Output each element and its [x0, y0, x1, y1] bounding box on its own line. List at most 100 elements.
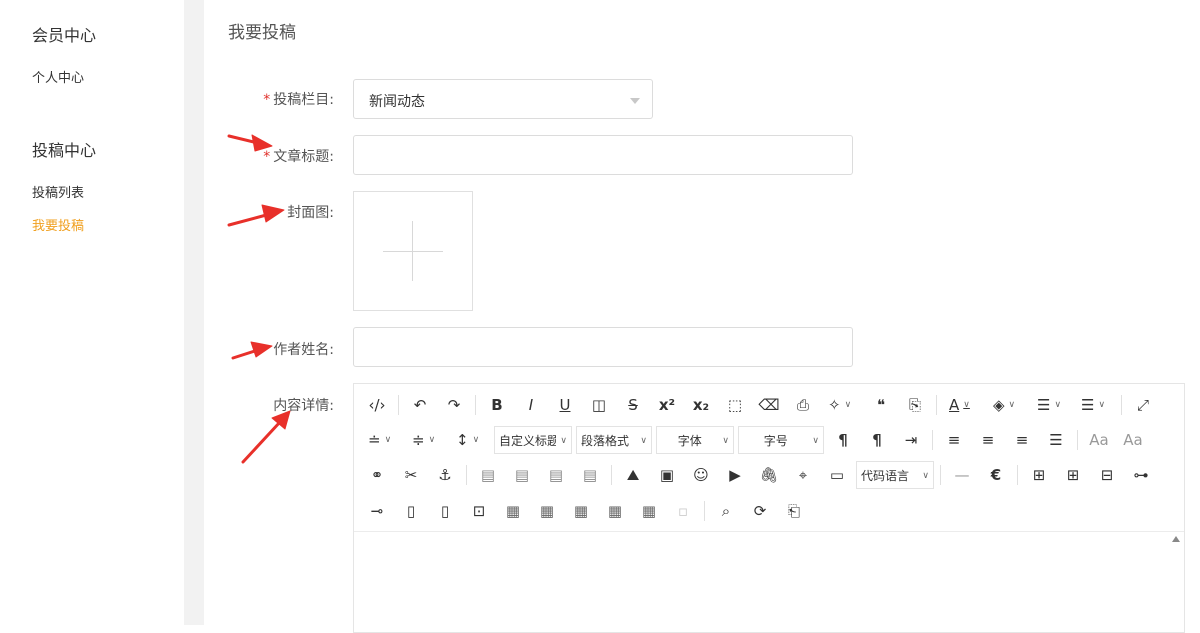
- paragraph-format-select[interactable]: 段落格式 ∨: [576, 426, 652, 454]
- anchor-icon[interactable]: ⚓: [428, 460, 462, 490]
- select-all-icon[interactable]: ⬚: [718, 390, 752, 420]
- ordered-list-icon[interactable]: ☰ ∨: [1029, 390, 1073, 420]
- insert-frame-icon[interactable]: ▭: [820, 460, 854, 490]
- merge-cells-icon[interactable]: ⊡: [462, 496, 496, 526]
- sidebar-item-personal-center[interactable]: 个人中心: [32, 67, 84, 86]
- chevron-down-icon: ∨: [722, 434, 729, 445]
- strikethrough-icon[interactable]: S: [616, 390, 650, 420]
- link-icon[interactable]: ⚭: [360, 460, 394, 490]
- scroll-up-arrow[interactable]: [1172, 536, 1180, 542]
- align-right-icon[interactable]: ≡: [1005, 425, 1039, 455]
- split-to-cols-icon[interactable]: ▦: [632, 496, 666, 526]
- attachment-icon[interactable]: 🖇: [752, 460, 786, 490]
- sidebar-item-submission-list[interactable]: 投稿列表: [32, 182, 84, 201]
- auto-format-icon[interactable]: ✧ ∨: [820, 390, 864, 420]
- align-left-icon[interactable]: ≡: [937, 425, 971, 455]
- unordered-list-icon[interactable]: ☰ ∨: [1073, 390, 1117, 420]
- line-height-icon[interactable]: ↕ ∨: [448, 425, 492, 455]
- align-center-icon[interactable]: ≡: [971, 425, 1005, 455]
- cover-image-label: 封面图:: [287, 205, 334, 221]
- article-title-input[interactable]: [353, 135, 853, 175]
- paste-plain-icon[interactable]: ⎘: [898, 390, 932, 420]
- special-chars-icon[interactable]: €: [979, 460, 1013, 490]
- simple-upload-icon[interactable]: ⛰: [616, 460, 650, 490]
- emotion-icon[interactable]: ☺: [684, 460, 718, 490]
- direction-rtl-icon[interactable]: ¶: [860, 425, 894, 455]
- split-to-cells-icon[interactable]: ▦: [564, 496, 598, 526]
- font-size-select[interactable]: 字号 ∨: [738, 426, 824, 454]
- indent-icon[interactable]: ⇥: [894, 425, 928, 455]
- delete-row-icon[interactable]: ⊸: [360, 496, 394, 526]
- chevron-down-icon: [630, 98, 640, 104]
- chevron-down-icon: ∨: [922, 469, 929, 480]
- category-label: * 投稿栏目:: [263, 92, 334, 108]
- insert-table-icon[interactable]: ⊞: [1022, 460, 1056, 490]
- toolbar-row-2: ≐ ∨ ≑ ∨ ↕ ∨ 自定义标题 ∨ 段落格式 ∨ 字体 ∨ 字号 ∨ ¶ ¶ ⇥ ≡ ≡ …: [360, 425, 1150, 455]
- source-code-icon[interactable]: ‹/›: [360, 390, 394, 420]
- font-color-icon[interactable]: A ∨: [941, 390, 985, 420]
- rich-text-editor: ‹/› ↶ ↷ B I U ◫ S x² x₂ ⬚ ⌫ ⎙ ✧ ∨ ❝ ⎘ A ∨: [353, 383, 1185, 633]
- search-replace-icon[interactable]: ⟳: [743, 496, 777, 526]
- drafts-icon[interactable]: ⎗: [777, 496, 811, 526]
- split-to-rows-icon[interactable]: ▦: [598, 496, 632, 526]
- eraser-icon[interactable]: ⌫: [752, 390, 786, 420]
- code-language-select[interactable]: 代码语言 ∨: [856, 461, 934, 489]
- sidebar-group-member: 会员中心: [32, 26, 97, 45]
- redo-icon[interactable]: ↷: [437, 390, 471, 420]
- blockquote-icon[interactable]: ❝: [864, 390, 898, 420]
- insert-row-icon[interactable]: ⊶: [1124, 460, 1158, 490]
- image-left-icon[interactable]: ▤: [505, 460, 539, 490]
- insert-image-icon[interactable]: ▣: [650, 460, 684, 490]
- delete-col-icon[interactable]: ▯: [428, 496, 462, 526]
- superscript-icon[interactable]: x²: [650, 390, 684, 420]
- chart-icon[interactable]: ▫: [666, 496, 700, 526]
- main-content: 我要投稿 * 投稿栏目: 新闻动态 * 文章标题: 封面图: 作者姓名: 内容详情:…: [204, 0, 1200, 633]
- paragraph-spacing-bottom-icon[interactable]: ≑ ∨: [404, 425, 448, 455]
- delete-table-icon[interactable]: ⊞: [1056, 460, 1090, 490]
- preview-icon[interactable]: ⌕: [709, 496, 743, 526]
- required-mark: *: [263, 92, 271, 108]
- toolbar-row-3: ⚭ ✂ ⚓ ▤ ▤ ▤ ▤ ⛰ ▣ ☺ ▶ 🖇 ⌖ ▭ 代码语言 ∨ — € ⊞…: [360, 460, 1158, 490]
- category-select[interactable]: 新闻动态: [353, 79, 653, 119]
- align-justify-icon[interactable]: ☰: [1039, 425, 1073, 455]
- chevron-down-icon: ∨: [560, 434, 567, 445]
- cover-image-upload[interactable]: [353, 191, 473, 311]
- chevron-down-icon: ∨: [812, 434, 819, 445]
- italic-icon[interactable]: I: [514, 390, 548, 420]
- chevron-down-icon: ∨: [640, 434, 647, 445]
- sidebar: 会员中心 个人中心 投稿中心 投稿列表 我要投稿: [0, 0, 184, 625]
- author-name-input[interactable]: [353, 327, 853, 367]
- layout-gutter: [184, 0, 204, 625]
- to-lowercase-icon[interactable]: Aa: [1082, 425, 1116, 455]
- insert-caption-icon[interactable]: ⊟: [1090, 460, 1124, 490]
- sidebar-item-new-submission[interactable]: 我要投稿: [32, 215, 84, 234]
- image-right-icon[interactable]: ▤: [539, 460, 573, 490]
- content-label: 内容详情:: [273, 398, 334, 414]
- merge-right-icon[interactable]: ▦: [496, 496, 530, 526]
- subscript-icon[interactable]: x₂: [684, 390, 718, 420]
- font-border-icon[interactable]: ◫: [582, 390, 616, 420]
- horizontal-rule-icon[interactable]: —: [945, 460, 979, 490]
- editor-toolbar: ‹/› ↶ ↷ B I U ◫ S x² x₂ ⬚ ⌫ ⎙ ✧ ∨ ❝ ⎘ A ∨: [354, 384, 1184, 532]
- paragraph-spacing-top-icon[interactable]: ≐ ∨: [360, 425, 404, 455]
- sidebar-group-submission: 投稿中心: [32, 141, 97, 160]
- bold-icon[interactable]: B: [480, 390, 514, 420]
- to-uppercase-icon[interactable]: Aa: [1116, 425, 1150, 455]
- image-none-icon[interactable]: ▤: [471, 460, 505, 490]
- insert-col-icon[interactable]: ▯: [394, 496, 428, 526]
- merge-down-icon[interactable]: ▦: [530, 496, 564, 526]
- direction-ltr-icon[interactable]: ¶: [826, 425, 860, 455]
- image-center-icon[interactable]: ▤: [573, 460, 607, 490]
- font-family-select[interactable]: 字体 ∨: [656, 426, 734, 454]
- format-painter-icon[interactable]: ⎙: [786, 390, 820, 420]
- insert-video-icon[interactable]: ▶: [718, 460, 752, 490]
- background-color-icon[interactable]: ◈ ∨: [985, 390, 1029, 420]
- underline-icon[interactable]: U: [548, 390, 582, 420]
- unlink-icon[interactable]: ✂: [394, 460, 428, 490]
- page-title: 我要投稿: [228, 23, 296, 43]
- category-select-value: 新闻动态: [369, 94, 425, 110]
- undo-icon[interactable]: ↶: [403, 390, 437, 420]
- map-icon[interactable]: ⌖: [786, 460, 820, 490]
- fullscreen-icon[interactable]: ⤢: [1126, 390, 1160, 420]
- custom-heading-select[interactable]: 自定义标题 ∨: [494, 426, 572, 454]
